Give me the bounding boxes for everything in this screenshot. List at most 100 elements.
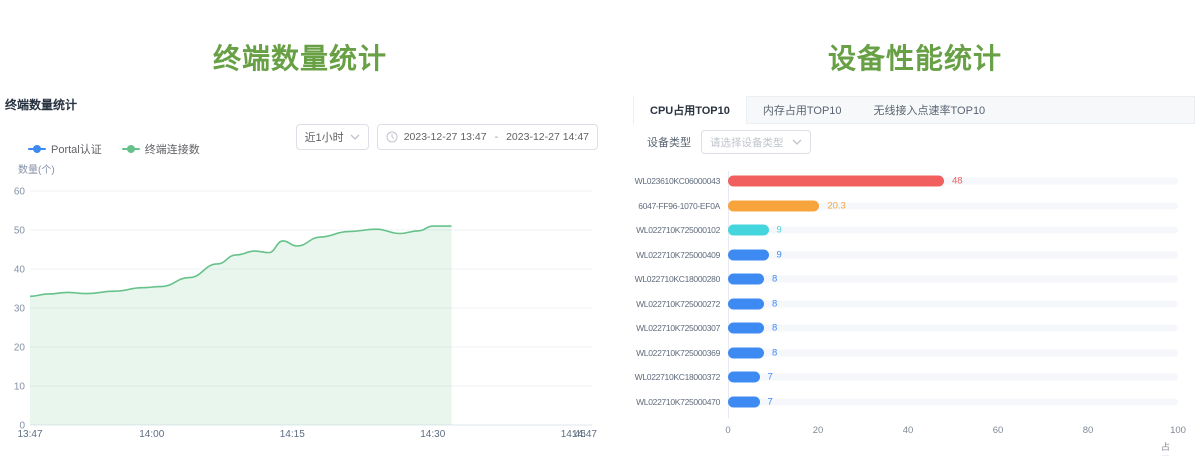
x-tick-label: 80 (1083, 425, 1094, 436)
svg-text:14:15: 14:15 (280, 429, 305, 440)
bar[interactable] (728, 396, 760, 407)
svg-text:13:47: 13:47 (17, 429, 42, 440)
bar-category-label: WL022710K725000369 (633, 348, 728, 358)
right-panel-title: 设备性能统计 (633, 37, 1197, 77)
bar-track: 7 (728, 365, 1178, 390)
x-tick-label: 100 (1170, 425, 1186, 436)
bar-row: 6047-FF96-1070-EF0A 20.3 (633, 194, 1195, 219)
bar[interactable] (728, 274, 764, 285)
bar-category-label: WL022710KC18000280 (633, 274, 728, 284)
bar-category-label: WL022710K725000470 (633, 397, 728, 407)
bar[interactable] (728, 249, 769, 260)
terminal-count-chart[interactable]: 0102030405060数量(个)13:4714:0014:1514:3014… (0, 160, 600, 456)
bar-value: 9 (777, 249, 782, 260)
svg-text:30: 30 (14, 304, 26, 315)
time-range-value: 近1小时 (305, 129, 344, 145)
svg-text:14:00: 14:00 (139, 429, 164, 440)
bar-row: WL022710KC180003727 (633, 365, 1195, 390)
date-range-separator: - (493, 131, 501, 143)
device-type-placeholder: 请选择设备类型 (710, 135, 784, 150)
bar-row: WL022710K725000272 8 (633, 292, 1195, 317)
x-tick-label: 40 (903, 425, 914, 436)
device-performance-panel: 设备性能统计 CPU占用TOP10内存占用TOP10无线接入点速率TOP10 设… (633, 0, 1197, 456)
x-tick-label: 0 (725, 425, 730, 436)
bar-category-label: WL023610KC06000043 (633, 176, 728, 186)
bar-row: WL022710K725000369 8 (633, 341, 1195, 366)
bar-chart-x-axis-label: 占用率(%) (1161, 440, 1178, 456)
bar-row: WL022710K725000307 8 (633, 316, 1195, 341)
device-type-select[interactable]: 请选择设备类型 (701, 130, 811, 154)
time-range-select[interactable]: 近1小时 (296, 124, 369, 150)
bar-value: 7 (768, 372, 773, 383)
bar-track: 9 (728, 218, 1178, 243)
bar-value: 8 (772, 347, 777, 358)
date-range-start: 2023-12-27 13:47 (404, 131, 487, 143)
bar-row: WL022710K725000409 9 (633, 243, 1195, 268)
legend-label: Portal认证 (51, 141, 102, 157)
legend-item[interactable]: Portal认证 (28, 141, 102, 157)
bar[interactable] (728, 225, 769, 236)
legend-marker-icon (122, 144, 140, 154)
bar[interactable] (728, 347, 764, 358)
bar-category-label: WL022710K725000307 (633, 323, 728, 333)
device-type-label: 设备类型 (647, 134, 691, 150)
x-tick-label: 60 (993, 425, 1004, 436)
tab-wireless-ap-top10[interactable]: 无线接入点速率TOP10 (858, 97, 1002, 123)
chart-legend: Portal认证 终端连接数 (28, 141, 200, 157)
bar[interactable] (728, 176, 944, 187)
bar-value: 8 (772, 323, 777, 334)
bar-track: 8 (728, 341, 1178, 366)
cpu-top10-chart[interactable]: WL023610KC06000043 48 6047-FF96-1070-EF0A 2… (633, 169, 1195, 449)
bar-value: 20.3 (827, 200, 846, 211)
svg-text:14:47: 14:47 (572, 429, 597, 440)
bar-track: 8 (728, 292, 1178, 317)
bar-track: 8 (728, 316, 1178, 341)
bar-value: 8 (772, 274, 777, 285)
date-range-end: 2023-12-27 14:47 (506, 131, 589, 143)
bar-track: 9 (728, 243, 1178, 268)
bar-value: 48 (952, 176, 963, 187)
svg-text:20: 20 (14, 343, 26, 354)
bar-category-label: 6047-FF96-1070-EF0A (633, 201, 728, 211)
terminal-count-panel: 终端数量统计 终端数量统计 近1小时 2023-12-27 13:47 - 20… (0, 0, 600, 456)
bar[interactable] (728, 372, 760, 383)
svg-text:50: 50 (14, 226, 26, 237)
dashboard: 终端数量统计 终端数量统计 近1小时 2023-12-27 13:47 - 20… (0, 0, 1200, 456)
legend-marker-icon (28, 144, 46, 154)
x-tick-label: 20 (813, 425, 824, 436)
bar-track: 48 (728, 169, 1178, 194)
bar-row: WL023610KC06000043 48 (633, 169, 1195, 194)
tab-cpu-top10[interactable]: CPU占用TOP10 (633, 96, 747, 124)
legend-item[interactable]: 终端连接数 (122, 141, 200, 157)
bar-category-label: WL022710K725000102 (633, 225, 728, 235)
bar-row: WL022710KC18000280 8 (633, 267, 1195, 292)
bar-value: 9 (777, 225, 782, 236)
bar-row: WL022710K725000102 9 (633, 218, 1195, 243)
top10-tabs: CPU占用TOP10内存占用TOP10无线接入点速率TOP10 (633, 96, 1195, 124)
bar[interactable] (728, 298, 764, 309)
device-type-filter: 设备类型 请选择设备类型 (647, 130, 811, 154)
bar-category-label: WL022710K725000409 (633, 250, 728, 260)
bar[interactable] (728, 200, 819, 211)
bar-value: 8 (772, 298, 777, 309)
left-chart-header: 终端数量统计 (5, 96, 77, 113)
chevron-down-icon (792, 139, 802, 145)
bar-value: 7 (768, 396, 773, 407)
bar-category-label: WL022710K725000272 (633, 299, 728, 309)
left-chart-controls: 近1小时 2023-12-27 13:47 - 2023-12-27 14:47 (296, 124, 598, 150)
left-panel-title: 终端数量统计 (0, 37, 600, 77)
bar-row: WL022710K725000470 7 (633, 390, 1195, 415)
tab-memory-top10[interactable]: 内存占用TOP10 (747, 97, 858, 123)
chevron-down-icon (350, 134, 360, 140)
bar[interactable] (728, 323, 764, 334)
svg-text:14:30: 14:30 (420, 429, 445, 440)
svg-text:10: 10 (14, 382, 26, 393)
bar-track: 8 (728, 267, 1178, 292)
bar-track: 7 (728, 390, 1178, 415)
svg-text:数量(个): 数量(个) (18, 163, 55, 176)
date-range-picker[interactable]: 2023-12-27 13:47 - 2023-12-27 14:47 (377, 124, 598, 150)
bar-track: 20.3 (728, 194, 1178, 219)
legend-label: 终端连接数 (145, 141, 200, 157)
svg-text:60: 60 (14, 187, 26, 198)
clock-icon (386, 131, 398, 143)
